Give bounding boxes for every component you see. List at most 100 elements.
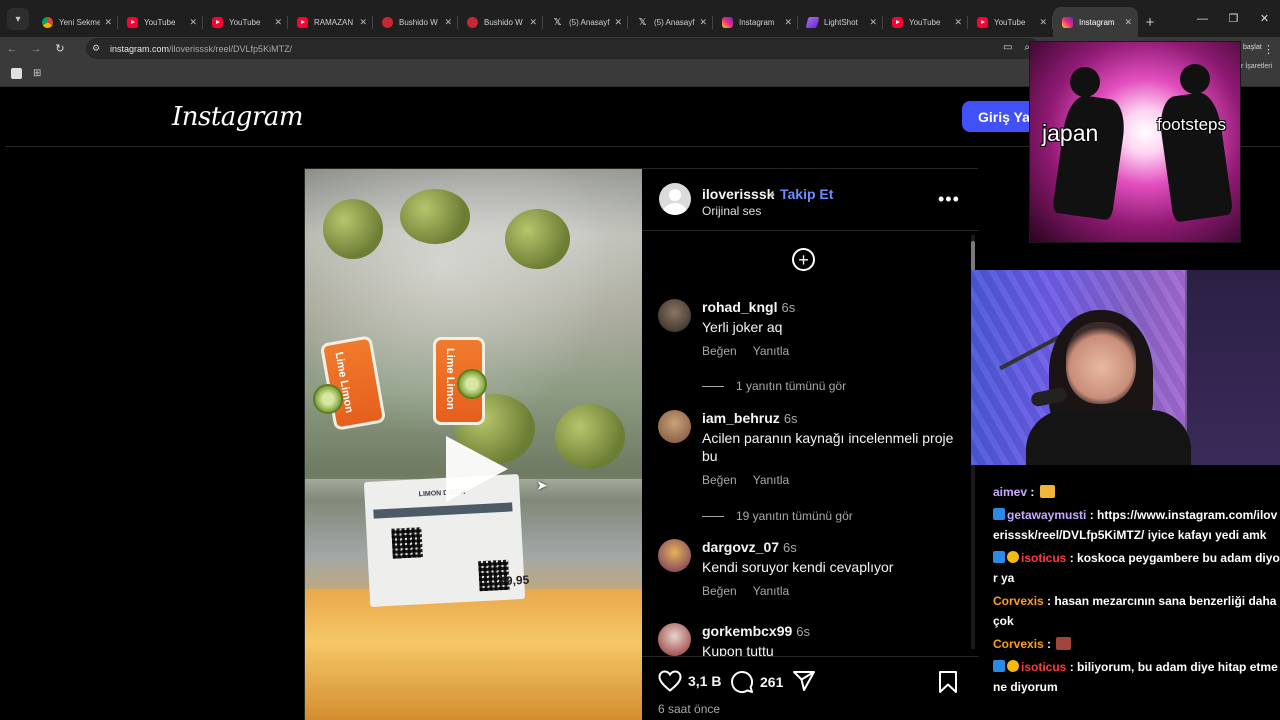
new-tab-button[interactable]: +	[1138, 7, 1162, 37]
tab-title: Instagram	[739, 17, 775, 27]
browser-tab[interactable]: YouTube ✕	[883, 7, 968, 37]
like-comment-button[interactable]: Beğen	[702, 584, 737, 598]
save-button[interactable]	[938, 670, 964, 694]
sub-badge-icon	[1007, 660, 1019, 672]
comment-actions: Beğen Yanıtla	[702, 584, 805, 598]
maximize-button[interactable]: ❐	[1218, 0, 1249, 37]
browser-tab[interactable]: LightShot ✕	[798, 7, 883, 37]
tabs: Yeni Sekme ✕ YouTube ✕ YouTube ✕ RAMAZAN ✕ Bushi…	[33, 0, 1138, 37]
comment-button[interactable]: 261	[730, 670, 783, 694]
tab-close-icon[interactable]: ✕	[784, 17, 792, 28]
tab-close-icon[interactable]: ✕	[444, 17, 452, 28]
tab-close-icon[interactable]: ✕	[869, 17, 877, 28]
comment-username[interactable]: iam_behruz 6s	[702, 410, 798, 426]
like-button[interactable]: 3,1 B	[658, 670, 721, 692]
instagram-icon	[722, 16, 733, 28]
comments-count: 261	[760, 674, 784, 690]
browser-tab[interactable]: Yeni Sekme ✕	[33, 7, 118, 37]
browser-tab[interactable]: Instagram ✕	[713, 7, 798, 37]
tab-close-icon[interactable]: ✕	[1124, 17, 1132, 28]
audio-label[interactable]: Orijinal ses	[702, 204, 761, 218]
owner-username[interactable]: iloverisssk	[702, 186, 774, 202]
commenter-avatar[interactable]	[658, 299, 691, 332]
lemon-shape	[505, 209, 570, 269]
comment-username[interactable]: gorkembcx99 6s	[702, 623, 810, 639]
lightshot-icon	[805, 16, 820, 28]
commenter-avatar[interactable]	[658, 410, 691, 443]
back-button[interactable]: ←	[0, 37, 24, 60]
like-comment-button[interactable]: Beğen	[702, 473, 737, 487]
commenter-avatar[interactable]	[658, 539, 691, 572]
view-replies-button[interactable]: 19 yanıtın tümünü gör	[702, 509, 957, 523]
browser-tab[interactable]: YouTube ✕	[968, 7, 1053, 37]
browser-tab[interactable]: Bushido W ✕	[373, 7, 458, 37]
tab-close-icon[interactable]: ✕	[1039, 17, 1047, 28]
tab-close-icon[interactable]: ✕	[954, 17, 962, 28]
chat-username[interactable]: Corvexis	[993, 637, 1044, 651]
chat-separator: :	[1027, 485, 1038, 499]
chat-username[interactable]: aimev	[993, 485, 1027, 499]
cast-icon[interactable]: ▭	[1003, 42, 1012, 53]
view-replies-button[interactable]: 1 yanıtın tümünü gör	[702, 379, 957, 393]
browser-tab[interactable]: 𝕏 (5) Anasayf ✕	[543, 7, 628, 37]
tab-close-icon[interactable]: ✕	[104, 17, 112, 28]
forward-button[interactable]: →	[24, 37, 48, 60]
bookmark-icon[interactable]	[11, 68, 22, 79]
post-side-panel: iloverisssk • Takip Et Orijinal ses ••• …	[642, 169, 979, 720]
prime-badge-icon	[993, 551, 1005, 563]
separator-dot: •	[770, 186, 775, 202]
instagram-logo[interactable]: Instagram	[172, 102, 304, 132]
comment-username[interactable]: rohad_kngl 6s	[702, 299, 795, 315]
like-comment-button[interactable]: Beğen	[702, 344, 737, 358]
tab-close-icon[interactable]: ✕	[189, 17, 197, 28]
share-button[interactable]	[792, 670, 822, 692]
follow-button[interactable]: Takip Et	[780, 186, 833, 202]
tab-close-icon[interactable]: ✕	[274, 17, 282, 28]
browser-peek-button[interactable]: başlat ⋮	[1241, 40, 1280, 60]
chat-username[interactable]: Corvexis	[993, 594, 1044, 608]
heart-icon	[658, 670, 682, 692]
tab-close-icon[interactable]: ✕	[699, 17, 707, 28]
scroll-thumb[interactable]	[971, 241, 975, 271]
chat-emote-icon	[1056, 637, 1072, 650]
chat-username[interactable]: getawaymusti	[1007, 508, 1086, 522]
browser-tab[interactable]: Bushido W ✕	[458, 7, 543, 37]
apps-grid-icon[interactable]: ⊞	[33, 68, 44, 79]
address-bar[interactable]: ⚙ instagram.com/iloverisssk/reel/DVLfp5K…	[86, 38, 1040, 59]
comment-actions: Beğen Yanıtla	[702, 473, 805, 487]
reel-video[interactable]: Lime Limon Lime Limon LIMON DIGER 79,95 …	[305, 169, 642, 720]
reply-button[interactable]: Yanıtla	[753, 344, 789, 358]
reply-button[interactable]: Yanıtla	[753, 473, 789, 487]
tab-search-button[interactable]: ▾	[7, 8, 29, 30]
chat-separator: :	[1086, 508, 1098, 522]
comment-username-text: dargovz_07	[702, 539, 780, 555]
browser-tab[interactable]: 𝕏 (5) Anasayf ✕	[628, 7, 713, 37]
chat-username[interactable]: isoticus	[1021, 660, 1066, 674]
load-more-comments-icon[interactable]: +	[792, 248, 815, 271]
close-window-button[interactable]: ✕	[1249, 0, 1280, 37]
tab-close-icon[interactable]: ✕	[614, 17, 622, 28]
browser-tab[interactable]: YouTube ✕	[118, 7, 203, 37]
owner-avatar[interactable]	[659, 183, 691, 215]
commenter-avatar[interactable]	[658, 623, 691, 656]
browser-tab[interactable]: RAMAZAN ✕	[288, 7, 373, 37]
tab-title: RAMAZAN	[314, 17, 354, 27]
mouse-cursor-icon: ➤	[536, 477, 548, 493]
chat-username[interactable]: isoticus	[1021, 551, 1066, 565]
minimize-button[interactable]: —	[1187, 0, 1218, 37]
lemon-shape	[555, 404, 625, 469]
reload-button[interactable]: ↻	[48, 37, 72, 60]
post-timestamp: 6 saat önce	[658, 702, 721, 716]
tab-close-icon[interactable]: ✕	[529, 17, 537, 28]
site-info-icon[interactable]: ⚙	[92, 43, 106, 54]
browser-tab[interactable]: YouTube ✕	[203, 7, 288, 37]
reply-button[interactable]: Yanıtla	[753, 584, 789, 598]
tab-close-icon[interactable]: ✕	[359, 17, 367, 28]
post-actions-bar: 3,1 B 261 6 saat önce	[642, 656, 979, 720]
more-options-icon[interactable]: •••	[938, 189, 960, 210]
menu-kebab-icon[interactable]: ⋮	[1263, 43, 1274, 56]
url-host: instagram.com	[110, 43, 170, 54]
play-icon[interactable]	[446, 436, 508, 502]
browser-tab[interactable]: Instagram ✕	[1053, 7, 1138, 37]
comment-username[interactable]: dargovz_07 6s	[702, 539, 797, 555]
